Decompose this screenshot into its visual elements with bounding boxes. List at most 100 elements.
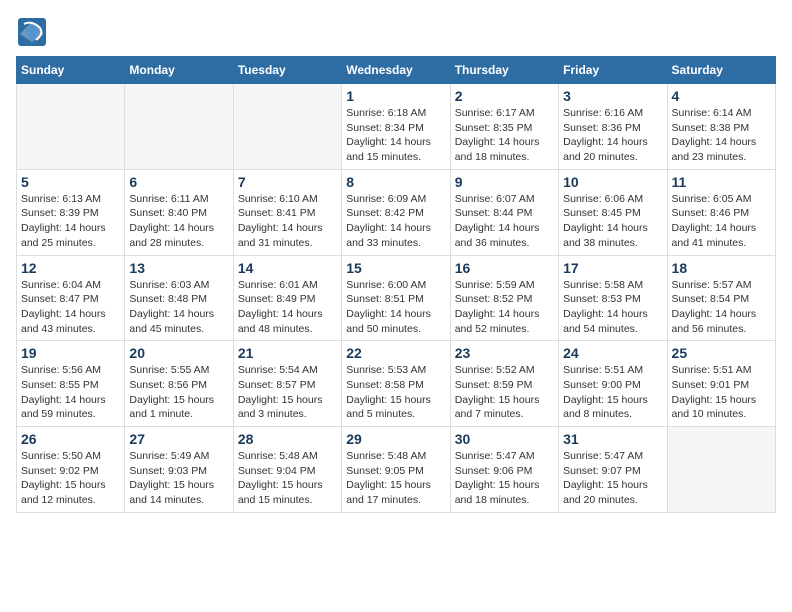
day-info: Sunrise: 6:07 AMSunset: 8:44 PMDaylight:… xyxy=(455,192,554,251)
calendar-week-1: 1 Sunrise: 6:18 AMSunset: 8:34 PMDaylight… xyxy=(17,84,776,170)
day-number: 8 xyxy=(346,174,445,190)
day-number: 11 xyxy=(672,174,771,190)
day-info: Sunrise: 6:10 AMSunset: 8:41 PMDaylight:… xyxy=(238,192,337,251)
day-info: Sunrise: 5:53 AMSunset: 8:58 PMDaylight:… xyxy=(346,363,445,422)
weekday-header-tuesday: Tuesday xyxy=(233,57,341,84)
day-number: 23 xyxy=(455,345,554,361)
day-info: Sunrise: 5:54 AMSunset: 8:57 PMDaylight:… xyxy=(238,363,337,422)
calendar-cell: 3Sunrise: 6:16 AMSunset: 8:36 PMDaylight… xyxy=(559,84,667,170)
calendar-cell: 4 Sunrise: 6:14 AMSunset: 8:38 PMDaylight… xyxy=(667,84,775,170)
calendar-cell: 17 Sunrise: 5:58 AMSunset: 8:53 PMDayligh… xyxy=(559,255,667,341)
weekday-header-friday: Friday xyxy=(559,57,667,84)
day-number: 3 xyxy=(563,88,662,104)
calendar-cell: 13 Sunrise: 6:03 AMSunset: 8:48 PMDayligh… xyxy=(125,255,233,341)
day-info: Sunrise: 5:51 AMSunset: 9:01 PMDaylight:… xyxy=(672,363,771,422)
calendar-cell: 29Sunrise: 5:48 AMSunset: 9:05 PMDayligh… xyxy=(342,427,450,513)
calendar-cell: 31 Sunrise: 5:47 AMSunset: 9:07 PMDayligh… xyxy=(559,427,667,513)
calendar-cell: 10 Sunrise: 6:06 AMSunset: 8:45 PMDayligh… xyxy=(559,169,667,255)
day-number: 19 xyxy=(21,345,120,361)
weekday-header-thursday: Thursday xyxy=(450,57,558,84)
day-info: Sunrise: 5:51 AMSunset: 9:00 PMDaylight:… xyxy=(563,363,662,422)
day-info: Sunrise: 5:59 AMSunset: 8:52 PMDaylight:… xyxy=(455,278,554,337)
weekday-header-saturday: Saturday xyxy=(667,57,775,84)
calendar-cell xyxy=(667,427,775,513)
calendar-cell: 2 Sunrise: 6:17 AMSunset: 8:35 PMDaylight… xyxy=(450,84,558,170)
calendar-header: SundayMondayTuesdayWednesdayThursdayFrid… xyxy=(17,57,776,84)
day-info: Sunrise: 5:47 AMSunset: 9:07 PMDaylight:… xyxy=(563,449,662,508)
day-number: 9 xyxy=(455,174,554,190)
day-info: Sunrise: 6:05 AMSunset: 8:46 PMDaylight:… xyxy=(672,192,771,251)
calendar-cell: 28 Sunrise: 5:48 AMSunset: 9:04 PMDayligh… xyxy=(233,427,341,513)
day-number: 31 xyxy=(563,431,662,447)
day-number: 25 xyxy=(672,345,771,361)
day-info: Sunrise: 5:57 AMSunset: 8:54 PMDaylight:… xyxy=(672,278,771,337)
day-number: 4 xyxy=(672,88,771,104)
calendar-week-4: 19 Sunrise: 5:56 AMSunset: 8:55 PMDayligh… xyxy=(17,341,776,427)
day-info: Sunrise: 5:48 AMSunset: 9:04 PMDaylight:… xyxy=(238,449,337,508)
day-number: 13 xyxy=(129,260,228,276)
day-number: 14 xyxy=(238,260,337,276)
logo xyxy=(16,16,48,48)
calendar-cell: 9 Sunrise: 6:07 AMSunset: 8:44 PMDaylight… xyxy=(450,169,558,255)
day-info: Sunrise: 5:47 AMSunset: 9:06 PMDaylight:… xyxy=(455,449,554,508)
calendar-cell: 19 Sunrise: 5:56 AMSunset: 8:55 PMDayligh… xyxy=(17,341,125,427)
calendar-week-3: 12 Sunrise: 6:04 AMSunset: 8:47 PMDayligh… xyxy=(17,255,776,341)
day-number: 10 xyxy=(563,174,662,190)
calendar-cell: 11 Sunrise: 6:05 AMSunset: 8:46 PMDayligh… xyxy=(667,169,775,255)
calendar-cell: 21 Sunrise: 5:54 AMSunset: 8:57 PMDayligh… xyxy=(233,341,341,427)
day-number: 1 xyxy=(346,88,445,104)
calendar-cell: 25 Sunrise: 5:51 AMSunset: 9:01 PMDayligh… xyxy=(667,341,775,427)
day-info: Sunrise: 5:55 AMSunset: 8:56 PMDaylight:… xyxy=(129,363,228,422)
calendar-cell xyxy=(17,84,125,170)
calendar-cell: 6Sunrise: 6:11 AMSunset: 8:40 PMDaylight… xyxy=(125,169,233,255)
page-header xyxy=(16,16,776,48)
weekday-header-monday: Monday xyxy=(125,57,233,84)
day-info: Sunrise: 6:14 AMSunset: 8:38 PMDaylight:… xyxy=(672,106,771,165)
calendar-table: SundayMondayTuesdayWednesdayThursdayFrid… xyxy=(16,56,776,513)
day-number: 22 xyxy=(346,345,445,361)
day-number: 26 xyxy=(21,431,120,447)
calendar-cell: 20 Sunrise: 5:55 AMSunset: 8:56 PMDayligh… xyxy=(125,341,233,427)
day-number: 18 xyxy=(672,260,771,276)
calendar-cell: 15Sunrise: 6:00 AMSunset: 8:51 PMDayligh… xyxy=(342,255,450,341)
day-info: Sunrise: 6:00 AMSunset: 8:51 PMDaylight:… xyxy=(346,278,445,337)
weekday-header-sunday: Sunday xyxy=(17,57,125,84)
day-info: Sunrise: 5:56 AMSunset: 8:55 PMDaylight:… xyxy=(21,363,120,422)
calendar-cell: 24 Sunrise: 5:51 AMSunset: 9:00 PMDayligh… xyxy=(559,341,667,427)
calendar-cell: 16Sunrise: 5:59 AMSunset: 8:52 PMDayligh… xyxy=(450,255,558,341)
calendar-cell: 12 Sunrise: 6:04 AMSunset: 8:47 PMDayligh… xyxy=(17,255,125,341)
calendar-cell: 7 Sunrise: 6:10 AMSunset: 8:41 PMDaylight… xyxy=(233,169,341,255)
day-info: Sunrise: 6:13 AMSunset: 8:39 PMDaylight:… xyxy=(21,192,120,251)
logo-icon xyxy=(16,16,48,48)
day-info: Sunrise: 5:50 AMSunset: 9:02 PMDaylight:… xyxy=(21,449,120,508)
calendar-cell: 30Sunrise: 5:47 AMSunset: 9:06 PMDayligh… xyxy=(450,427,558,513)
day-info: Sunrise: 5:49 AMSunset: 9:03 PMDaylight:… xyxy=(129,449,228,508)
day-info: Sunrise: 6:04 AMSunset: 8:47 PMDaylight:… xyxy=(21,278,120,337)
day-info: Sunrise: 6:01 AMSunset: 8:49 PMDaylight:… xyxy=(238,278,337,337)
day-info: Sunrise: 6:09 AMSunset: 8:42 PMDaylight:… xyxy=(346,192,445,251)
day-number: 5 xyxy=(21,174,120,190)
day-number: 17 xyxy=(563,260,662,276)
day-info: Sunrise: 5:58 AMSunset: 8:53 PMDaylight:… xyxy=(563,278,662,337)
day-number: 12 xyxy=(21,260,120,276)
day-number: 7 xyxy=(238,174,337,190)
day-info: Sunrise: 5:48 AMSunset: 9:05 PMDaylight:… xyxy=(346,449,445,508)
day-number: 20 xyxy=(129,345,228,361)
day-number: 2 xyxy=(455,88,554,104)
calendar-cell: 8 Sunrise: 6:09 AMSunset: 8:42 PMDaylight… xyxy=(342,169,450,255)
day-info: Sunrise: 6:06 AMSunset: 8:45 PMDaylight:… xyxy=(563,192,662,251)
day-info: Sunrise: 6:17 AMSunset: 8:35 PMDaylight:… xyxy=(455,106,554,165)
calendar-cell xyxy=(125,84,233,170)
day-info: Sunrise: 6:18 AMSunset: 8:34 PMDaylight:… xyxy=(346,106,445,165)
calendar-cell: 14 Sunrise: 6:01 AMSunset: 8:49 PMDayligh… xyxy=(233,255,341,341)
day-number: 21 xyxy=(238,345,337,361)
calendar-cell: 1 Sunrise: 6:18 AMSunset: 8:34 PMDaylight… xyxy=(342,84,450,170)
calendar-cell: 26 Sunrise: 5:50 AMSunset: 9:02 PMDayligh… xyxy=(17,427,125,513)
day-number: 24 xyxy=(563,345,662,361)
calendar-cell xyxy=(233,84,341,170)
day-number: 27 xyxy=(129,431,228,447)
day-info: Sunrise: 6:03 AMSunset: 8:48 PMDaylight:… xyxy=(129,278,228,337)
day-number: 28 xyxy=(238,431,337,447)
calendar-week-5: 26 Sunrise: 5:50 AMSunset: 9:02 PMDayligh… xyxy=(17,427,776,513)
day-info: Sunrise: 5:52 AMSunset: 8:59 PMDaylight:… xyxy=(455,363,554,422)
